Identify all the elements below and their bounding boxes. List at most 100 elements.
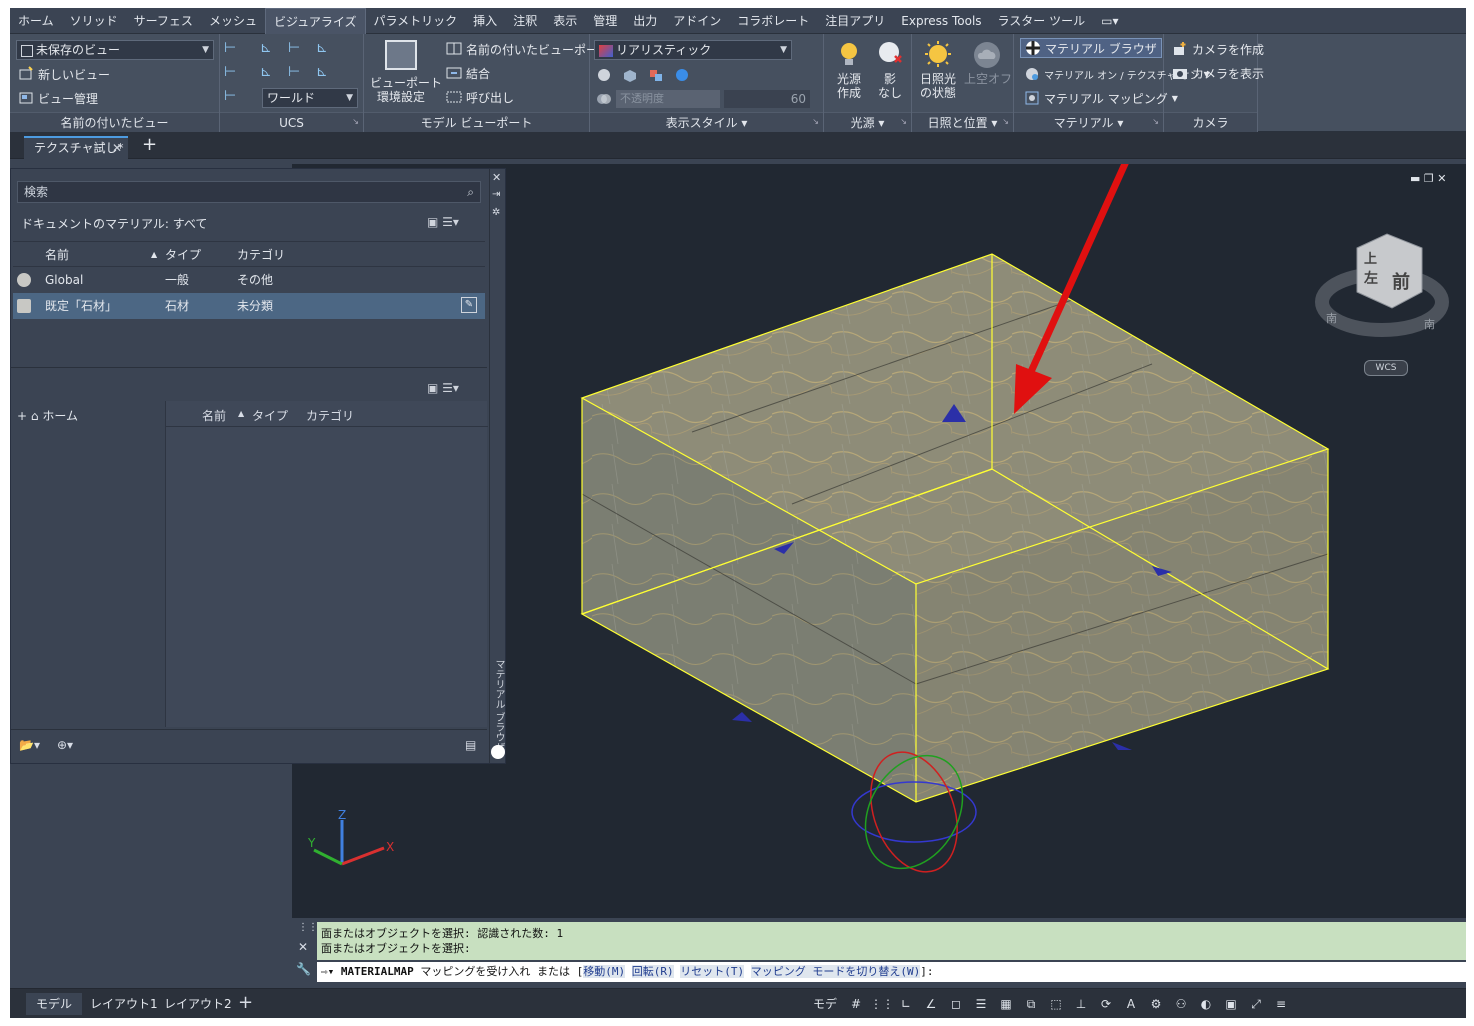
osnap-icon[interactable]: ◻ <box>945 993 967 1015</box>
face-style-icon[interactable] <box>648 67 664 83</box>
viewport-window-controls[interactable]: ▬ ❐ ✕ <box>1410 172 1446 185</box>
library-view-options-icon[interactable]: ▣ ☰▾ <box>427 381 459 395</box>
restore-viewports-button[interactable]: 呼び出し <box>446 86 514 108</box>
named-viewports-button[interactable]: 名前の付いたビューポート <box>446 38 610 60</box>
tab-2[interactable]: サーフェス <box>126 8 201 34</box>
ucs-view-icon[interactable]: ⊾ <box>316 40 328 56</box>
dialog-launcher-icon[interactable]: ↘ <box>812 112 819 132</box>
option-move[interactable]: 移動(M) <box>583 965 626 978</box>
transparency-icon[interactable]: ▦ <box>995 993 1017 1015</box>
material-row[interactable]: 既定「石材」 石材 未分類 ✎ <box>13 293 485 319</box>
lighting-quality-icon[interactable] <box>674 67 690 83</box>
view-manager-button[interactable]: ビュー管理 <box>18 87 98 109</box>
ucs-icon[interactable]: ⊢ <box>224 40 236 56</box>
new-layout-icon[interactable]: + <box>238 992 253 1013</box>
material-browser-button[interactable]: マテリアル ブラウザ <box>1020 38 1162 58</box>
tab-7[interactable]: 注釈 <box>505 8 545 34</box>
tab-1[interactable]: ソリッド <box>62 8 126 34</box>
ucs-3point-icon[interactable]: ⊢ <box>288 64 300 80</box>
opacity-toggle-icon[interactable] <box>596 91 612 107</box>
lineweight-icon[interactable]: ☰ <box>970 993 992 1015</box>
tab-15[interactable]: ラスター ツール <box>990 8 1094 34</box>
tab-9[interactable]: 管理 <box>585 8 625 34</box>
ucs-origin-icon[interactable]: ⊾ <box>260 40 272 56</box>
sky-off-button[interactable]: 上空オフ <box>964 40 1012 86</box>
dialog-launcher-icon[interactable]: ↘ <box>1002 112 1009 132</box>
workspace-icon[interactable]: ⚇ <box>1170 993 1192 1015</box>
command-input[interactable]: ⇨▾ MATERIALMAP マッピングを受け入れ または [移動(M) 回転(… <box>317 962 1466 982</box>
create-light-button[interactable]: 光源 作成 <box>830 40 868 100</box>
viewport-config-button[interactable]: ビューポート 環境設定 <box>370 40 442 104</box>
material-mapping-button[interactable]: マテリアル マッピング ▼ <box>1024 87 1178 109</box>
tab-13[interactable]: 注目アプリ <box>817 8 893 34</box>
option-switch-mode[interactable]: マッピング モードを切り替え(W) <box>750 965 921 978</box>
palette-title-strip[interactable]: ✕ ⇥ ✲ マテリアル ブラウザ <box>489 169 505 763</box>
mapping-grip[interactable] <box>1112 742 1132 750</box>
grip-icon[interactable]: ⋮⋮ <box>298 922 318 933</box>
hardware-accel-icon[interactable]: ▣ <box>1220 993 1242 1015</box>
visual-style-combo[interactable]: リアリスティック ▼ <box>594 40 792 60</box>
create-material-icon[interactable]: ⊕▾ <box>57 738 73 752</box>
tab-0[interactable]: ホーム <box>10 8 62 34</box>
tab-5[interactable]: パラメトリック <box>366 8 466 34</box>
hamburger-menu-icon[interactable]: ≡ <box>1270 993 1292 1015</box>
gizmo-icon[interactable]: ⟳ <box>1095 993 1117 1015</box>
dialog-launcher-icon[interactable]: ↘ <box>352 112 359 132</box>
join-viewports-button[interactable]: 結合 <box>446 62 490 84</box>
auto-hide-icon[interactable]: ⇥ <box>492 189 500 200</box>
tab-11[interactable]: アドイン <box>665 8 729 34</box>
isolate-icon[interactable]: ◐ <box>1195 993 1217 1015</box>
annotation-icon[interactable]: A <box>1120 993 1142 1015</box>
customize-icon[interactable]: 🔧 <box>296 962 311 976</box>
ortho-icon[interactable]: ∟ <box>895 993 917 1015</box>
tab-overflow-icon[interactable]: ▭▾ <box>1093 8 1126 34</box>
library-tree-home[interactable]: + ⌂ ホーム <box>17 407 78 424</box>
properties-icon[interactable]: ✲ <box>492 207 500 218</box>
snap-icon[interactable]: ⋮⋮ <box>870 993 894 1015</box>
ucs-world-combo[interactable]: ワールド ▼ <box>262 88 358 108</box>
polar-icon[interactable]: ∠ <box>920 993 942 1015</box>
tab-3[interactable]: メッシュ <box>201 8 265 34</box>
ucs-y-icon[interactable]: ⊢ <box>224 88 236 104</box>
x-ray-icon[interactable] <box>596 67 612 83</box>
material-filter-label[interactable]: ドキュメントのマテリアル: すべて <box>21 215 207 232</box>
gear-icon[interactable]: ⚙ <box>1145 993 1167 1015</box>
material-editor-icon[interactable]: ▤ <box>465 738 476 752</box>
tab-14[interactable]: Express Tools <box>893 8 989 34</box>
sun-status-button[interactable]: 日照光 の状態 <box>916 40 960 100</box>
ucs-dynamic-icon[interactable]: ⊥ <box>1070 993 1092 1015</box>
grid-icon[interactable]: # <box>845 993 867 1015</box>
tab-8[interactable]: 表示 <box>545 8 585 34</box>
selection-cycling-icon[interactable]: ⧉ <box>1020 993 1042 1015</box>
edit-material-icon[interactable]: ✎ <box>461 297 477 313</box>
option-rotate[interactable]: 回転(R) <box>631 965 674 978</box>
3d-osnap-icon[interactable]: ⬚ <box>1045 993 1067 1015</box>
open-library-icon[interactable]: 📂▾ <box>19 738 40 752</box>
wcs-menu[interactable]: WCS <box>1364 360 1408 376</box>
opacity-slider[interactable]: 不透明度 <box>616 90 720 108</box>
tab-12[interactable]: コラボレート <box>729 8 817 34</box>
close-icon[interactable]: ✕ <box>298 940 308 954</box>
dialog-launcher-icon[interactable]: ↘ <box>1152 112 1159 132</box>
show-camera-button[interactable]: カメラを表示 <box>1172 62 1264 84</box>
mapping-grip[interactable] <box>732 712 752 722</box>
edge-effects-icon[interactable] <box>622 67 638 83</box>
model-space-toggle[interactable]: モデル <box>808 993 842 1015</box>
new-view-button[interactable]: 新しいビュー <box>18 63 110 85</box>
layout-tab-0[interactable]: モデル <box>26 993 83 1015</box>
tab-10[interactable]: 出力 <box>625 8 665 34</box>
option-reset[interactable]: リセット(T) <box>680 965 745 978</box>
shadows-button[interactable]: 影 なし <box>872 40 908 100</box>
dialog-launcher-icon[interactable]: ↘ <box>900 112 907 132</box>
document-tab[interactable]: テクスチャ試し* ✕ <box>24 136 128 159</box>
close-icon[interactable]: ✕ <box>492 171 501 184</box>
ucs-z-axis-icon[interactable]: ⊢ <box>288 40 300 56</box>
tab-4[interactable]: ビジュアライズ <box>264 8 366 34</box>
opacity-value[interactable]: 60 <box>724 90 810 108</box>
view-combo[interactable]: 未保存のビュー ▼ <box>16 40 214 60</box>
ucs-x-icon[interactable]: ⊾ <box>316 64 328 80</box>
material-row[interactable]: Global 一般 その他 <box>13 267 485 293</box>
create-camera-button[interactable]: カメラを作成 <box>1172 38 1264 60</box>
search-input[interactable]: 検索 ⌕ <box>17 181 481 203</box>
clean-screen-icon[interactable]: ⤢ <box>1245 993 1267 1015</box>
